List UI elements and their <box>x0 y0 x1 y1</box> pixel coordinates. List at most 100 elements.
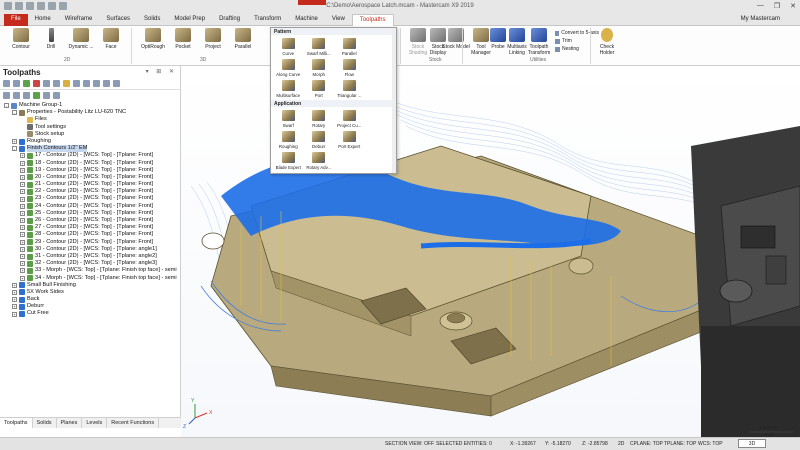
tree-row[interactable]: +24 - Contour (2D) - [WCS: Top] - [Tplan… <box>0 203 181 210</box>
tree-row[interactable]: +23 - Contour (2D) - [WCS: Top] - [Tplan… <box>0 195 181 203</box>
gallery-item[interactable]: Swarf Milli... <box>304 37 335 58</box>
expand-icon[interactable]: + <box>20 182 25 188</box>
select-failed-icon[interactable] <box>13 80 20 87</box>
tree-row[interactable]: +31 - Contour (2D) - [WCS: Top] - [Tplan… <box>0 253 181 260</box>
expand-icon[interactable]: + <box>12 289 17 295</box>
expand-icon[interactable]: + <box>20 218 25 224</box>
gallery-item[interactable]: Flow <box>334 58 365 79</box>
tree-row[interactable]: +33 - Morph - [WCS: Top] - [Tplane: Fini… <box>0 267 181 274</box>
expand-icon[interactable]: + <box>20 167 25 173</box>
operations-tree[interactable]: - Machine Group-1- Properties - Postabilit… <box>0 102 181 402</box>
tab-model-prep[interactable]: Model Prep <box>167 14 212 26</box>
gallery-item[interactable]: Blade Expert <box>273 151 304 172</box>
gallery-item[interactable]: Parallel <box>334 37 365 58</box>
user-menu[interactable]: My Mastercam <box>741 16 780 22</box>
tree-row[interactable]: +20 - Contour (2D) - [WCS: Top] - [Tplan… <box>0 174 181 181</box>
expand-icon[interactable]: + <box>20 210 25 216</box>
gallery-item[interactable]: Curve <box>273 37 304 58</box>
tab-file[interactable]: File <box>4 14 28 26</box>
panel-tab-planes[interactable]: Planes <box>57 418 83 428</box>
cplane-status[interactable]: CPLANE: TOP <box>630 441 663 447</box>
tree-row[interactable]: + Cut Free <box>0 310 181 318</box>
expand-icon[interactable]: + <box>12 282 17 288</box>
tab-home[interactable]: Home <box>28 14 58 26</box>
tree-row[interactable]: Files <box>0 116 181 123</box>
tab-drafting[interactable]: Drafting <box>212 14 247 26</box>
gallery-item[interactable]: Rotary Adv... <box>304 151 335 172</box>
close-button[interactable]: ✕ <box>790 2 796 10</box>
tab-solids[interactable]: Solids <box>137 14 167 26</box>
gallery-item[interactable]: Port <box>304 79 335 100</box>
gallery-item[interactable]: Swarf <box>273 109 304 130</box>
expand-icon[interactable]: + <box>20 203 25 209</box>
expand-icon[interactable]: + <box>20 232 25 238</box>
expand-icon[interactable]: + <box>20 153 25 159</box>
tree-row[interactable]: Stock setup <box>0 131 181 138</box>
tree-row[interactable]: +29 - Contour (2D) - [WCS: Top] - [Tplan… <box>0 239 181 246</box>
expand-icon[interactable]: + <box>20 160 25 166</box>
gallery-item[interactable]: Deburr <box>304 130 335 151</box>
tree-row[interactable]: +21 - Contour (2D) - [WCS: Top] - [Tplan… <box>0 181 181 188</box>
help-icon[interactable] <box>53 92 60 99</box>
expand-icon[interactable]: + <box>20 261 25 267</box>
expand-icon[interactable]: + <box>20 239 25 245</box>
backplot-icon[interactable] <box>43 80 50 87</box>
regenerate-dirty-icon[interactable] <box>33 80 40 87</box>
toggle-display-icon[interactable] <box>113 80 120 87</box>
insert-arrow-icon[interactable] <box>23 92 30 99</box>
dynamic-button[interactable]: Dynamic ... <box>66 28 96 56</box>
tree-row[interactable]: +28 - Contour (2D) - [WCS: Top] - [Tplan… <box>0 231 181 238</box>
collapse-icon[interactable]: - <box>12 110 17 116</box>
expand-icon[interactable]: + <box>12 304 17 310</box>
tree-row[interactable]: +26 - Contour (2D) - [WCS: Top] - [Tplan… <box>0 217 181 224</box>
gallery-item[interactable]: Triangular ... <box>334 79 365 100</box>
panel-tab-toolpaths[interactable]: Toolpaths <box>0 418 33 428</box>
regenerate-icon[interactable] <box>23 80 30 87</box>
gallery-item[interactable]: Project Cu... <box>334 109 365 130</box>
tree-row[interactable]: - Machine Group-1 <box>0 102 181 109</box>
post-icon[interactable] <box>73 80 80 87</box>
tree-row[interactable]: +30 - Contour (2D) - [WCS: Top] - [Tplan… <box>0 246 181 253</box>
select-all-icon[interactable] <box>3 80 10 87</box>
lock-icon[interactable] <box>103 80 110 87</box>
expand-icon[interactable]: + <box>20 268 25 274</box>
tree-row[interactable]: +5X Work Sides <box>0 289 181 296</box>
high-feed-icon[interactable] <box>83 80 90 87</box>
tree-row[interactable]: - Finish Contours 1/2" EM <box>0 145 181 153</box>
tree-row[interactable]: +25 - Contour (2D) - [WCS: Top] - [Tplan… <box>0 210 181 217</box>
gallery-item[interactable]: Along Curve <box>273 58 304 79</box>
contour-button[interactable]: Contour <box>6 28 36 56</box>
toolpath-transform-button[interactable]: Toolpath Transform <box>524 28 554 56</box>
pocket-button[interactable]: Pocket <box>168 28 198 56</box>
panel-controls[interactable]: ▾ ⊞ ✕ <box>146 68 177 76</box>
parallel-button[interactable]: Parallel <box>228 28 258 56</box>
verify-icon[interactable] <box>53 80 60 87</box>
expand-icon[interactable]: + <box>20 275 25 281</box>
simulate-icon[interactable] <box>63 80 70 87</box>
tab-toolpaths[interactable]: Toolpaths <box>351 14 394 26</box>
expand-icon[interactable]: + <box>12 297 17 303</box>
tab-wireframe[interactable]: Wireframe <box>58 14 100 26</box>
expand-icon[interactable]: + <box>12 139 17 145</box>
tree-row[interactable]: +32 - Contour (2D) - [WCS: Top] - [Tplan… <box>0 260 181 267</box>
tab-transform[interactable]: Transform <box>247 14 288 26</box>
gallery-item[interactable]: Port Expert <box>334 130 365 151</box>
tree-row[interactable]: +34 - Morph - [WCS: Top] - [Tplane: Fini… <box>0 275 181 282</box>
section-view-status[interactable]: SECTION VIEW: OFF <box>385 441 434 447</box>
tab-view[interactable]: View <box>325 14 352 26</box>
tplane-status[interactable]: TPLANE: TOP <box>664 441 696 447</box>
scroll-icon[interactable] <box>33 92 40 99</box>
drill-button[interactable]: Drill <box>36 28 66 56</box>
panel-tab-levels[interactable]: Levels <box>82 418 108 428</box>
tree-row[interactable]: + Deburr <box>0 303 181 310</box>
gallery-item[interactable]: Roughing <box>273 130 304 151</box>
single-toolpath-icon[interactable] <box>43 92 50 99</box>
delete-icon[interactable] <box>93 80 100 87</box>
move-up-icon[interactable] <box>13 92 20 99</box>
collapse-icon[interactable]: - <box>4 103 9 109</box>
mode-2d-toggle[interactable]: 2D <box>618 441 624 447</box>
tree-row[interactable]: - Properties - Postability Litz LU-620 TN… <box>0 109 181 116</box>
expand-icon[interactable]: + <box>20 254 25 260</box>
gallery-item[interactable]: Rotary <box>304 109 335 130</box>
tab-machine[interactable]: Machine <box>288 14 325 26</box>
